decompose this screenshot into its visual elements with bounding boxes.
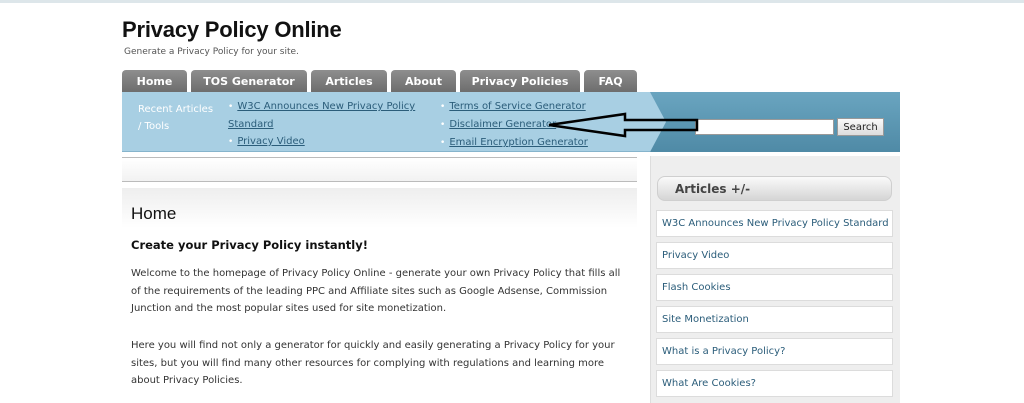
- tab-tos-generator[interactable]: TOS Generator: [191, 70, 307, 92]
- bullet-icon: •: [440, 138, 446, 148]
- tab-privacy-policies[interactable]: Privacy Policies: [460, 70, 580, 92]
- page: Privacy Policy Online Generate a Privacy…: [0, 0, 1024, 403]
- site-tagline: Generate a Privacy Policy for your site.: [124, 47, 299, 57]
- page-subtitle: Create your Privacy Policy instantly!: [131, 238, 368, 252]
- sidebar-item-what-are-cookies[interactable]: What Are Cookies?: [656, 370, 893, 397]
- sidebar-item-privacy-video[interactable]: Privacy Video: [656, 242, 893, 269]
- bullet-icon: •: [440, 102, 446, 112]
- tab-faq[interactable]: FAQ: [584, 70, 637, 92]
- annotation-arrow-icon: [548, 112, 699, 138]
- main-nav: Home TOS Generator Articles About Privac…: [122, 70, 641, 92]
- bullet-icon: •: [228, 102, 234, 112]
- search-button[interactable]: Search: [837, 118, 884, 136]
- sidebar-item-flash-cookies[interactable]: Flash Cookies: [656, 274, 893, 301]
- recent-link-disclaimer-generator[interactable]: Disclaimer Generator: [449, 119, 556, 130]
- resources-paragraph: Here you will find not only a generator …: [131, 340, 615, 386]
- recent-item: • Privacy Video: [228, 133, 428, 151]
- recent-column-1: • W3C Announces New Privacy Policy Standa…: [228, 98, 428, 151]
- intro-paragraph: Welcome to the homepage of Privacy Polic…: [131, 268, 621, 314]
- site-title[interactable]: Privacy Policy Online: [122, 17, 342, 43]
- recent-link-w3c[interactable]: W3C Announces New Privacy Policy Standar…: [228, 101, 415, 130]
- search-input[interactable]: [695, 119, 834, 135]
- page-title: Home: [131, 204, 177, 223]
- bullet-icon: •: [228, 137, 234, 147]
- recent-item: • W3C Announces New Privacy Policy Standa…: [228, 98, 428, 133]
- content-top-strip: [122, 157, 637, 182]
- top-border: [0, 0, 1024, 3]
- sidebar-item-what-is-privacy-policy[interactable]: What is a Privacy Policy?: [656, 338, 893, 365]
- tab-about[interactable]: About: [391, 70, 456, 92]
- recent-articles-label: Recent Articles / Tools: [138, 104, 214, 132]
- sidebar-articles-toggle[interactable]: Articles +/-: [657, 176, 892, 201]
- bullet-icon: •: [440, 120, 446, 130]
- recent-link-privacy-video[interactable]: Privacy Video: [237, 136, 304, 147]
- sidebar-item-site-monetization[interactable]: Site Monetization: [656, 306, 893, 333]
- page-title-box: [122, 188, 637, 228]
- tab-home[interactable]: Home: [122, 70, 187, 92]
- sidebar-item-w3c[interactable]: W3C Announces New Privacy Policy Standar…: [656, 210, 893, 237]
- tab-articles[interactable]: Articles: [311, 70, 387, 92]
